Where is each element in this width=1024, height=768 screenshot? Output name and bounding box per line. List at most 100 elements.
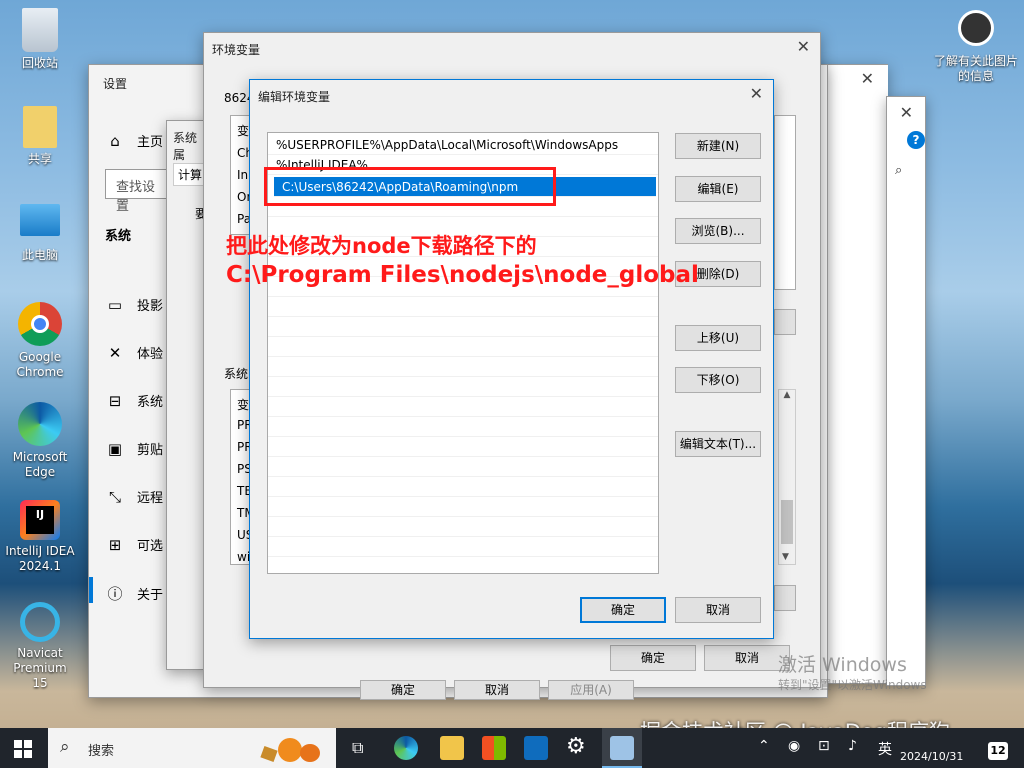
settings-nav-remote[interactable]: ⤡ 远程 <box>105 487 163 506</box>
desktop-icon-label: 共享 <box>27 152 52 166</box>
desktop-icon-intellij[interactable]: IJ IntelliJ IDEA 2024.1 <box>4 500 76 574</box>
scroll-down-icon[interactable]: ▼ <box>782 552 789 562</box>
windows-logo-icon <box>14 740 32 758</box>
tray-record-icon[interactable]: ◉ <box>788 738 800 754</box>
search-icon[interactable]: ⌕ <box>895 163 902 178</box>
projector-icon: ▭ <box>107 296 123 314</box>
clipboard-icon: ▣ <box>107 440 123 458</box>
desktop-icon-chrome[interactable]: Google Chrome <box>4 302 76 380</box>
tray-chevron-icon[interactable]: ⌃ <box>758 738 770 754</box>
edit-cancel-button[interactable]: 取消 <box>675 597 761 623</box>
active-app-highlight[interactable] <box>602 728 642 768</box>
folder-icon <box>23 106 57 148</box>
settings-home[interactable]: ⌂ 主页 <box>105 131 163 150</box>
search-icon: ⌕ <box>60 737 70 757</box>
path-entry[interactable]: %USERPROFILE%\AppData\Local\Microsoft\Wi… <box>268 135 658 155</box>
network-icon[interactable]: ⊡ <box>818 738 830 754</box>
notification-badge[interactable]: 12 <box>988 742 1008 760</box>
user-vars-delete-button-partial[interactable] <box>774 309 796 335</box>
move-down-button[interactable]: 下移(O) <box>675 367 761 393</box>
settings-nav-optional[interactable]: ⊞ 可选 <box>105 535 163 554</box>
start-button[interactable] <box>14 740 32 758</box>
taskbar-search-label: 搜索 <box>88 744 115 759</box>
desktop-icon-navicat[interactable]: Navicat Premium 15 <box>4 602 76 691</box>
desktop-icon-label: IntelliJ IDEA 2024.1 <box>5 544 75 573</box>
taskbar-search-box[interactable]: ⌕ 搜索 <box>48 728 336 768</box>
close-icon[interactable]: ✕ <box>750 84 763 103</box>
back-cancel-button[interactable]: 取消 <box>454 680 540 700</box>
edit-dialog-title: 编辑环境变量 <box>258 90 331 104</box>
back-ok-button[interactable]: 确定 <box>360 680 446 700</box>
edit-button[interactable]: 编辑(E) <box>675 176 761 202</box>
back-apply-button[interactable]: 应用(A) <box>548 680 634 700</box>
empty-row <box>268 337 658 357</box>
nav-label: 投影 <box>137 299 164 314</box>
desktop-icon-label: Google Chrome <box>16 350 64 379</box>
empty-row <box>268 537 658 557</box>
sys-vars-scrollbar[interactable]: ▲ ▼ <box>778 389 796 565</box>
settings-nav-projection[interactable]: ▭ 投影 <box>105 295 163 314</box>
mail-icon[interactable] <box>524 736 548 760</box>
volume-icon[interactable]: ♪ <box>848 738 857 754</box>
desktop-icon-label: Microsoft Edge <box>12 450 68 479</box>
edit-env-dialog: 编辑环境变量 ✕ %USERPROFILE%\AppData\Local\Mic… <box>249 79 774 639</box>
empty-row <box>268 357 658 377</box>
move-up-button[interactable]: 上移(U) <box>675 325 761 351</box>
empty-row <box>268 477 658 497</box>
edge-icon[interactable] <box>394 736 418 760</box>
close-icon[interactable]: ✕ <box>797 37 810 56</box>
desktop-icon-label: 了解有关此图片的信息 <box>934 54 1019 83</box>
empty-row <box>268 317 658 337</box>
settings-home-label: 主页 <box>137 135 164 150</box>
desktop-icon-recycle-bin[interactable]: 回收站 <box>4 8 76 71</box>
desktop-icon-share[interactable]: 共享 <box>4 106 76 167</box>
desktop-icon-edge[interactable]: Microsoft Edge <box>4 402 76 480</box>
empty-row <box>268 417 658 437</box>
desktop-icon-label: 此电脑 <box>21 248 58 262</box>
edit-text-button[interactable]: 编辑文本(T)... <box>675 431 761 457</box>
intellij-icon: IJ <box>20 500 60 540</box>
annotation-line-1: 把此处修改为node下载路径下的 <box>226 234 537 258</box>
scroll-thumb[interactable] <box>781 500 793 544</box>
settings-nav-clipboard[interactable]: ▣ 剪贴 <box>105 439 163 458</box>
info-icon: ⓘ <box>107 585 123 603</box>
empty-row <box>268 517 658 537</box>
new-button[interactable]: 新建(N) <box>675 133 761 159</box>
close-icon[interactable]: ✕ <box>861 69 874 88</box>
annotation-highlight-box <box>264 167 556 206</box>
sys-vars-button-partial[interactable] <box>774 585 796 611</box>
background-window-2: ✕ ? ⌕ <box>886 96 926 686</box>
list-item[interactable]: 变 <box>237 396 249 413</box>
env-title: 环境变量 <box>212 43 261 57</box>
computer-icon <box>20 204 60 236</box>
nav-label: 剪贴 <box>137 443 164 458</box>
system-properties-icon <box>610 736 634 760</box>
file-explorer-icon[interactable] <box>440 736 464 760</box>
close-icon[interactable]: ✕ <box>900 103 913 122</box>
help-icon[interactable]: ? <box>907 131 925 149</box>
input-language[interactable]: 英 <box>878 739 892 759</box>
desktop-icon-this-pc[interactable]: 此电脑 <box>4 204 76 263</box>
active-nav-indicator <box>89 577 93 603</box>
browse-button[interactable]: 浏览(B)... <box>675 218 761 244</box>
settings-gear-icon[interactable]: ⚙ <box>566 734 586 759</box>
settings-nav-system[interactable]: ⊟ 系统 <box>105 391 163 410</box>
empty-row <box>268 457 658 477</box>
taskbar: ⌕ 搜索 ⧉ ⚙ ⌃ ◉ ⊡ ♪ 英 2024/10/31 12 <box>0 728 1024 768</box>
remote-icon: ⤡ <box>108 488 121 506</box>
background-window-1: ✕ <box>820 64 888 684</box>
sysprops-tab[interactable]: 计算 <box>173 163 208 186</box>
list-item[interactable]: 变 <box>237 122 249 139</box>
settings-nav-about[interactable]: ⓘ 关于 <box>105 583 163 604</box>
env-ok-button[interactable]: 确定 <box>610 645 696 671</box>
scroll-up-icon[interactable]: ▲ <box>779 390 795 400</box>
clock-date[interactable]: 2024/10/31 <box>900 750 963 763</box>
nav-label: 可选 <box>137 539 164 554</box>
desktop-icon-spotlight-info[interactable]: 了解有关此图片的信息 <box>934 10 1018 84</box>
store-icon[interactable] <box>482 736 506 760</box>
list-item[interactable]: In <box>237 168 248 182</box>
task-view-icon[interactable]: ⧉ <box>352 738 363 758</box>
user-vars-list-right <box>774 115 796 290</box>
settings-nav-experience[interactable]: ✕ 体验 <box>105 343 163 362</box>
edit-ok-button[interactable]: 确定 <box>580 597 666 623</box>
